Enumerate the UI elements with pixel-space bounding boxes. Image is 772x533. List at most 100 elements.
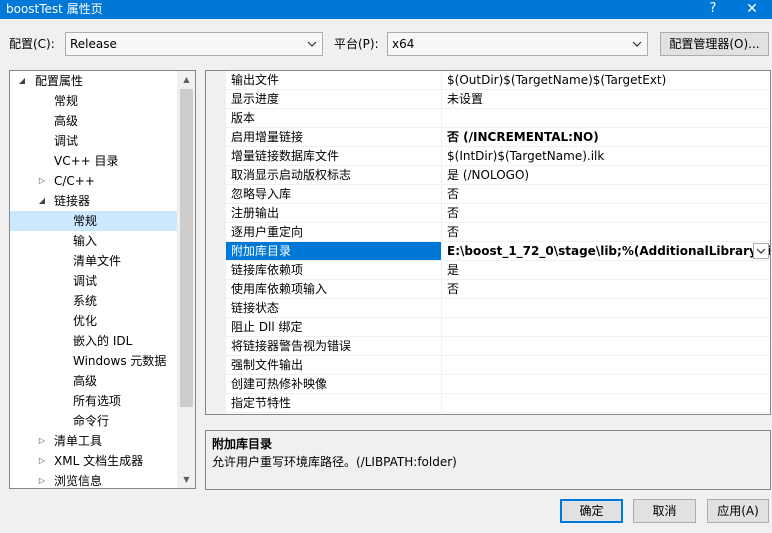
- tree-item-linker-windows-metadata[interactable]: Windows 元数据: [10, 351, 177, 371]
- tree-item-debugging[interactable]: 调试: [10, 131, 177, 151]
- tree-scrollbar[interactable]: ▲ ▼: [177, 71, 195, 488]
- tree-item-linker-debugging[interactable]: 调试: [10, 271, 177, 291]
- tree-item-label: VC++ 目录: [54, 154, 119, 168]
- tree-item-label: 清单文件: [73, 254, 122, 268]
- property-row-show-progress[interactable]: 显示进度 未设置: [226, 90, 770, 109]
- property-row-create-hotpatchable-image[interactable]: 创建可热修补映像: [226, 375, 770, 394]
- property-value[interactable]: [443, 356, 770, 374]
- property-value[interactable]: 否: [443, 204, 770, 222]
- property-value[interactable]: [443, 337, 770, 355]
- property-name: 取消显示启动版权标志: [226, 166, 442, 184]
- description-panel: 附加库目录 允许用户重写环境库路径。(/LIBPATH:folder): [205, 430, 771, 490]
- tree-item-vc-directories[interactable]: VC++ 目录: [10, 151, 177, 171]
- property-value[interactable]: $(OutDir)$(TargetName)$(TargetExt): [443, 71, 770, 89]
- tree-item-label: XML 文档生成器: [54, 454, 144, 468]
- collapsed-arrow-icon[interactable]: ▷: [36, 471, 48, 488]
- collapsed-arrow-icon[interactable]: ▷: [36, 171, 48, 191]
- tree-item-config-properties[interactable]: ◢ 配置属性: [10, 71, 177, 91]
- property-row-force-file-output[interactable]: 强制文件输出: [226, 356, 770, 375]
- scrollbar-thumb[interactable]: [180, 89, 193, 407]
- property-row-output-file[interactable]: 输出文件 $(OutDir)$(TargetName)$(TargetExt): [226, 71, 770, 90]
- description-title: 附加库目录: [212, 437, 273, 451]
- property-row-version[interactable]: 版本: [226, 109, 770, 128]
- property-row-specify-section-attributes[interactable]: 指定节特性: [226, 394, 770, 413]
- tree-item-linker-command-line[interactable]: 命令行: [10, 411, 177, 431]
- property-grid: 输出文件 $(OutDir)$(TargetName)$(TargetExt) …: [205, 70, 771, 415]
- collapsed-arrow-icon[interactable]: ▷: [36, 431, 48, 451]
- tree-item-linker-general[interactable]: 常规: [10, 211, 177, 231]
- property-value[interactable]: 否: [443, 185, 770, 203]
- property-value[interactable]: 否: [443, 280, 770, 298]
- property-row-per-user-redirection[interactable]: 逐用户重定向 否: [226, 223, 770, 242]
- tree-item-browse-info[interactable]: ▷ 浏览信息: [10, 471, 177, 488]
- scroll-up-arrow-icon[interactable]: ▲: [178, 71, 195, 88]
- expanded-arrow-icon[interactable]: ◢: [16, 71, 28, 91]
- property-value[interactable]: [443, 394, 770, 412]
- property-row-link-library-dependencies[interactable]: 链接库依赖项 是: [226, 261, 770, 280]
- config-manager-button[interactable]: 配置管理器(O)...: [660, 32, 769, 56]
- property-value[interactable]: $(IntDir)$(TargetName).ilk: [443, 147, 770, 165]
- tree-item-label: 链接器: [54, 194, 91, 208]
- property-name: 忽略导入库: [226, 185, 442, 203]
- property-row-ignore-import-library[interactable]: 忽略导入库 否: [226, 185, 770, 204]
- close-button[interactable]: ✕: [732, 0, 772, 19]
- window-title: boostTest 属性页: [6, 2, 103, 16]
- tree-item-linker-system[interactable]: 系统: [10, 291, 177, 311]
- property-name: 使用库依赖项输入: [226, 280, 442, 298]
- config-dropdown[interactable]: Release: [65, 32, 323, 56]
- ok-button[interactable]: 确定: [560, 499, 623, 523]
- property-value-dropdown[interactable]: [753, 243, 769, 259]
- property-value[interactable]: [443, 299, 770, 317]
- tree-item-linker-optimization[interactable]: 优化: [10, 311, 177, 331]
- scroll-down-arrow-icon[interactable]: ▼: [178, 471, 195, 488]
- tree-item-label: 调试: [54, 134, 79, 148]
- tree-item-xml-doc-generator[interactable]: ▷ XML 文档生成器: [10, 451, 177, 471]
- property-value[interactable]: 否 (/INCREMENTAL:NO): [443, 128, 770, 146]
- tree-item-label: 高级: [54, 114, 79, 128]
- property-row-use-library-dependency-inputs[interactable]: 使用库依赖项输入 否: [226, 280, 770, 299]
- tree-item-c-cpp[interactable]: ▷ C/C++: [10, 171, 177, 191]
- property-row-incremental-link[interactable]: 启用增量链接 否 (/INCREMENTAL:NO): [226, 128, 770, 147]
- tree-item-linker-embedded-idl[interactable]: 嵌入的 IDL: [10, 331, 177, 351]
- property-value-input[interactable]: E:\boost_1_72_0\stage\lib;%(AdditionalLi…: [443, 242, 770, 260]
- property-value[interactable]: [443, 375, 770, 393]
- platform-label: 平台(P):: [334, 37, 379, 51]
- expanded-arrow-icon[interactable]: ◢: [36, 191, 48, 211]
- property-value[interactable]: [443, 318, 770, 336]
- property-row-additional-library-directories[interactable]: 附加库目录 E:\boost_1_72_0\stage\lib;%(Additi…: [226, 242, 770, 261]
- tree-item-label: Windows 元数据: [73, 354, 167, 368]
- property-name: 强制文件输出: [226, 356, 442, 374]
- property-value[interactable]: 是: [443, 261, 770, 279]
- property-name: 创建可热修补映像: [226, 375, 442, 393]
- tree-item-linker-advanced[interactable]: 高级: [10, 371, 177, 391]
- tree-item-linker-input[interactable]: 输入: [10, 231, 177, 251]
- property-row-link-status[interactable]: 链接状态: [226, 299, 770, 318]
- tree-item-linker-manifest[interactable]: 清单文件: [10, 251, 177, 271]
- property-name: 指定节特性: [226, 394, 442, 412]
- help-button[interactable]: ?: [693, 0, 733, 19]
- property-row-register-output[interactable]: 注册输出 否: [226, 204, 770, 223]
- tree-item-linker-all-options[interactable]: 所有选项: [10, 391, 177, 411]
- tree-item-label: 配置属性: [35, 74, 84, 88]
- apply-button[interactable]: 应用(A): [707, 499, 769, 523]
- property-value[interactable]: 否: [443, 223, 770, 241]
- collapsed-arrow-icon[interactable]: ▷: [36, 451, 48, 471]
- cancel-button[interactable]: 取消: [633, 499, 696, 523]
- property-row-treat-warnings-as-errors[interactable]: 将链接器警告视为错误: [226, 337, 770, 356]
- tree-item-label: 嵌入的 IDL: [73, 334, 133, 348]
- property-value[interactable]: 未设置: [443, 90, 770, 108]
- property-row-incremental-db-file[interactable]: 增量链接数据库文件 $(IntDir)$(TargetName).ilk: [226, 147, 770, 166]
- property-row-prevent-dll-binding[interactable]: 阻止 Dll 绑定: [226, 318, 770, 337]
- tree-item-general[interactable]: 常规: [10, 91, 177, 111]
- property-value[interactable]: 是 (/NOLOGO): [443, 166, 770, 184]
- tree-item-label: 系统: [73, 294, 98, 308]
- tree-item-advanced[interactable]: 高级: [10, 111, 177, 131]
- platform-dropdown[interactable]: x64: [387, 32, 648, 56]
- chevron-down-icon: [307, 41, 317, 47]
- tree-item-manifest-tool[interactable]: ▷ 清单工具: [10, 431, 177, 451]
- tree-item-label: C/C++: [54, 174, 95, 188]
- property-value[interactable]: [443, 109, 770, 127]
- property-name: 显示进度: [226, 90, 442, 108]
- tree-item-linker[interactable]: ◢ 链接器: [10, 191, 177, 211]
- property-row-suppress-banner[interactable]: 取消显示启动版权标志 是 (/NOLOGO): [226, 166, 770, 185]
